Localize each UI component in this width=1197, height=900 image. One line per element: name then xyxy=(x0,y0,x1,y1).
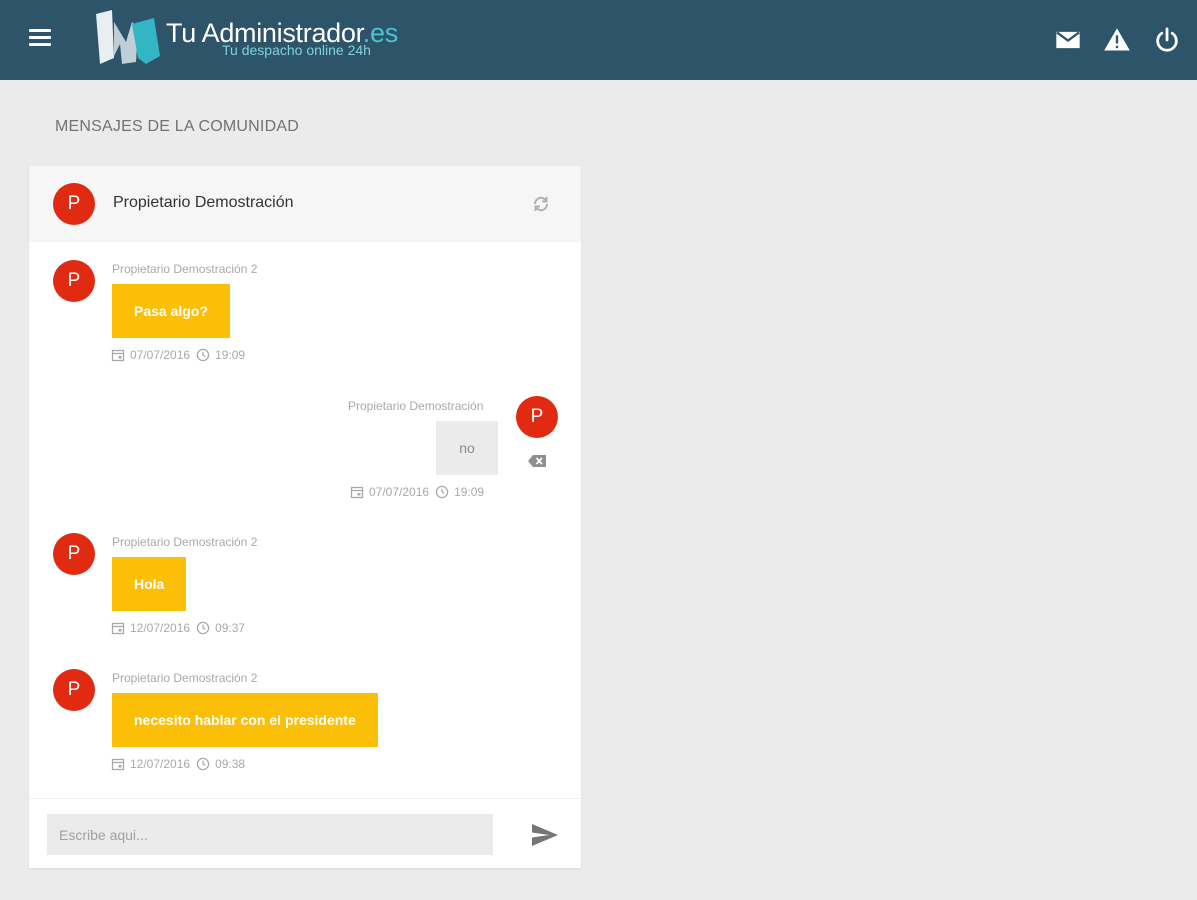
chat-title: Propietario Demostración xyxy=(113,194,294,211)
chat-header: P Propietario Demostración xyxy=(29,166,581,242)
message-composer xyxy=(29,798,581,868)
message-meta: 07/07/2016 19:09 xyxy=(111,348,245,362)
chat-card: P Propietario Demostración P Propietario… xyxy=(29,166,581,868)
clock-icon xyxy=(196,757,210,771)
mail-icon[interactable] xyxy=(1054,26,1082,54)
brand-tagline: Tu despacho online 24h xyxy=(222,42,371,58)
message-bubble: Hola xyxy=(112,557,187,611)
clock-icon xyxy=(435,485,449,499)
calendar-icon xyxy=(111,349,125,362)
avatar: P xyxy=(53,183,95,225)
calendar-icon xyxy=(111,622,125,635)
warning-icon[interactable] xyxy=(1103,26,1131,54)
page-title: MENSAJES DE LA COMUNIDAD xyxy=(55,118,299,135)
message-meta: 12/07/2016 09:38 xyxy=(111,757,245,771)
clock-icon xyxy=(196,348,210,362)
message-bubble: necesito hablar con el presidente xyxy=(112,693,378,747)
message-time: 09:37 xyxy=(215,621,246,635)
brand-logo[interactable]: Tu Administrador.es Tu despacho online 2… xyxy=(92,8,412,72)
calendar-icon xyxy=(111,758,125,771)
message-bubble: Pasa algo? xyxy=(112,284,230,338)
message-time: 19:09 xyxy=(454,485,485,499)
refresh-icon[interactable] xyxy=(529,192,553,216)
message-date: 12/07/2016 xyxy=(130,621,191,635)
clock-icon xyxy=(196,621,210,635)
delete-message-icon[interactable] xyxy=(527,452,549,470)
logo-mark-icon xyxy=(96,10,160,64)
message-time: 09:38 xyxy=(215,757,246,771)
message-meta: 12/07/2016 09:37 xyxy=(111,621,245,635)
calendar-icon xyxy=(350,486,364,499)
app-bar: Tu Administrador.es Tu despacho online 2… xyxy=(0,0,1197,80)
avatar: P xyxy=(53,669,95,711)
message-sender: Propietario Demostración xyxy=(348,399,484,413)
avatar: P xyxy=(53,533,95,575)
message-sender: Propietario Demostración 2 xyxy=(112,262,258,276)
power-icon[interactable] xyxy=(1153,26,1181,54)
message-input[interactable] xyxy=(47,814,493,855)
message-date: 07/07/2016 xyxy=(130,348,191,362)
message-sender: Propietario Demostración 2 xyxy=(112,671,258,685)
avatar: P xyxy=(516,396,558,438)
message-time: 19:09 xyxy=(215,348,246,362)
message-bubble: no xyxy=(436,421,498,475)
message-date: 07/07/2016 xyxy=(369,485,430,499)
message-sender: Propietario Demostración 2 xyxy=(112,535,258,549)
message-meta: 07/07/2016 19:09 xyxy=(350,485,484,499)
menu-icon[interactable] xyxy=(28,29,54,51)
message-date: 12/07/2016 xyxy=(130,757,191,771)
send-icon[interactable] xyxy=(529,821,561,849)
avatar: P xyxy=(53,260,95,302)
